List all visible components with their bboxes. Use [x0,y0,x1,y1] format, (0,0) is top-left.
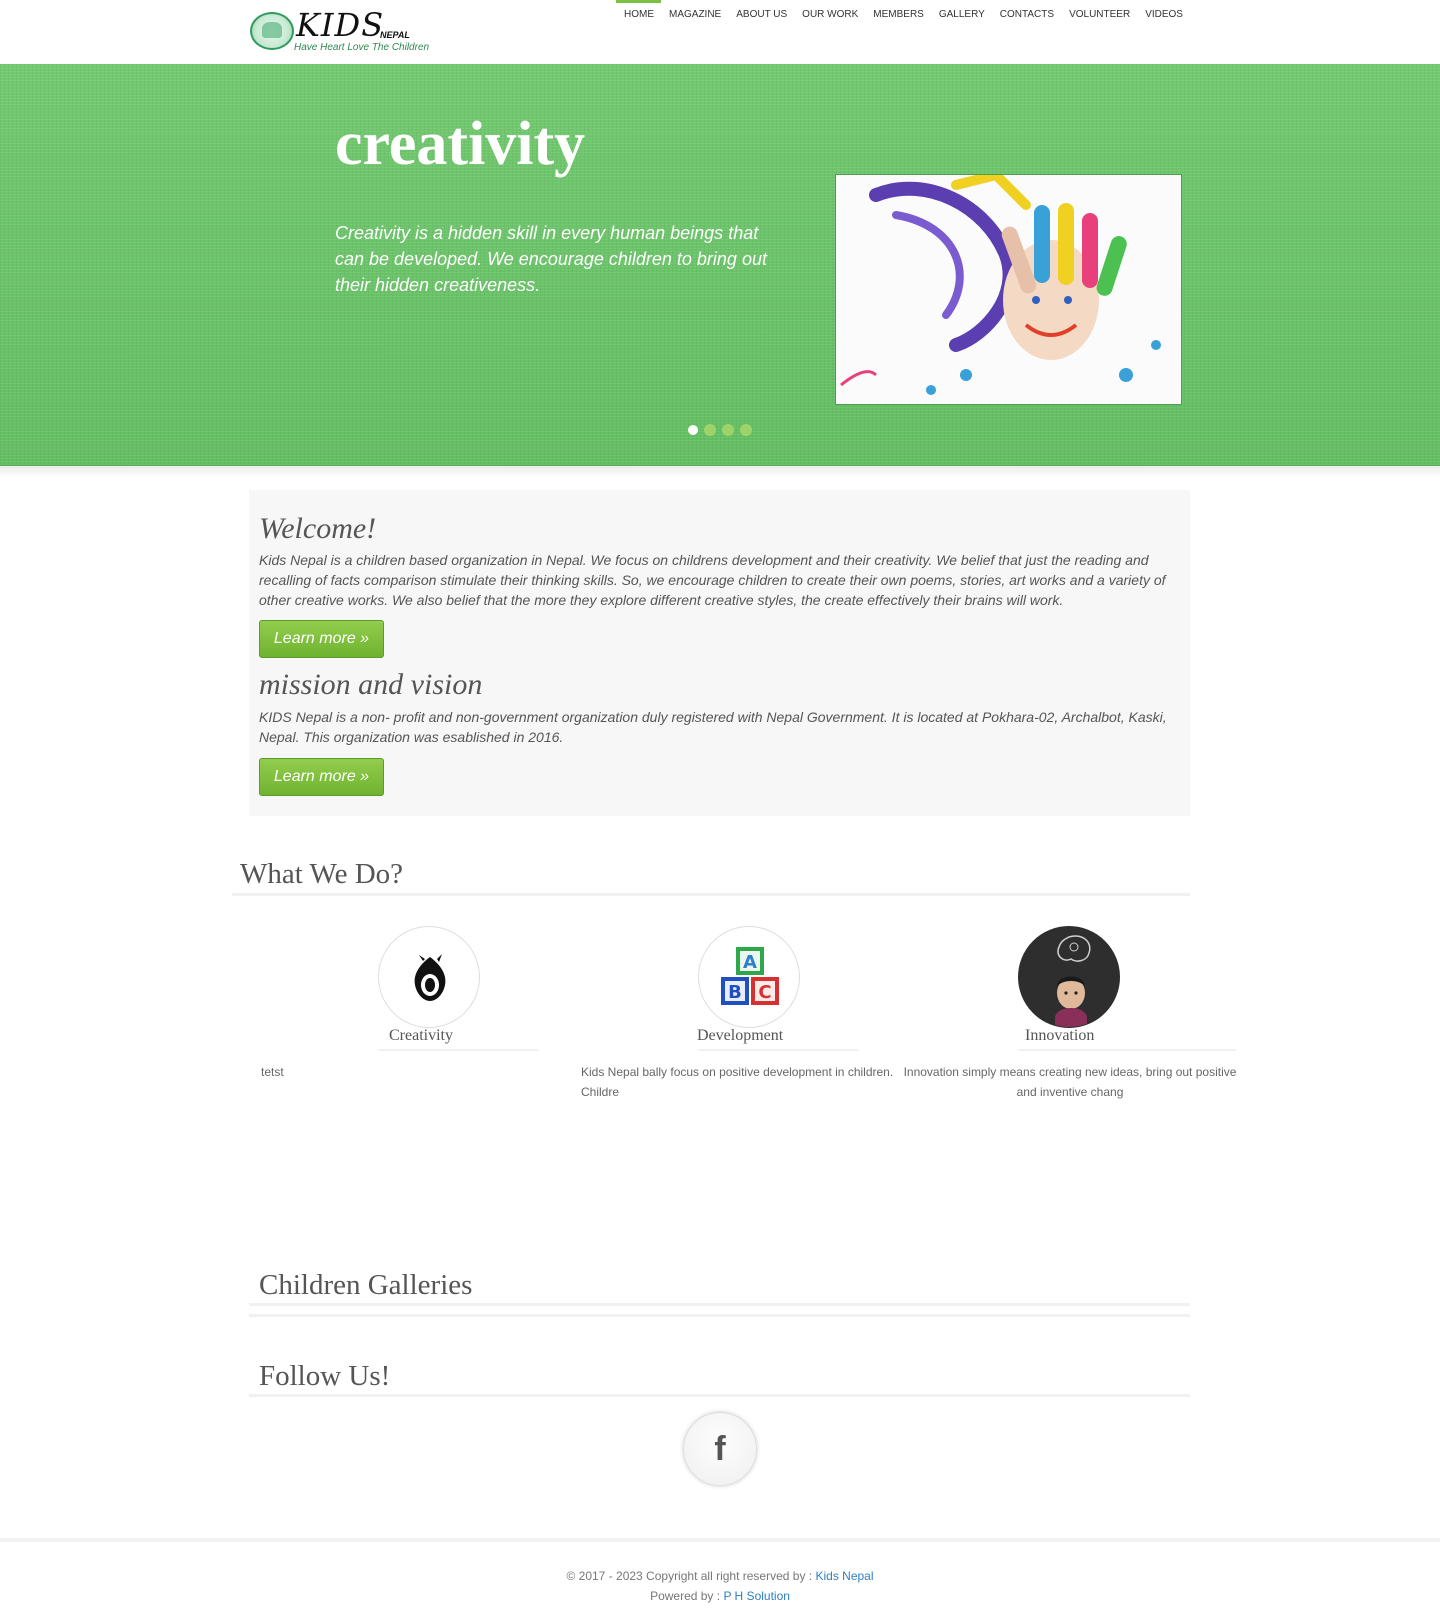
nav-item-home[interactable]: HOME [616,0,661,30]
welcome-text: Kids Nepal is a children based organizat… [259,552,1166,608]
mission-learn-more-button[interactable]: Learn more » [259,758,384,796]
copyright-line: © 2017 - 2023 Copyright all right reserv… [0,1569,1440,1583]
slider-dot-1[interactable] [688,425,698,435]
painted-hand-image [835,174,1182,405]
slider-dots [688,424,752,436]
mission-text: KIDS Nepal is a non- profit and non-gove… [259,709,1167,745]
powered-text: Powered by : [650,1589,724,1603]
hero-title: creativity [335,110,586,178]
abc-blocks-icon: A B C [721,947,779,1005]
nav-item-videos[interactable]: VIDEOS [1137,0,1190,30]
nav-item-magazine[interactable]: MAGAZINE [661,0,728,30]
slider-dot-2[interactable] [704,424,716,436]
logo-emblem-icon [250,12,294,50]
development-circle[interactable]: A B C [698,926,800,1028]
hero-slider: creativity Creativity is a hidden skill … [0,64,1440,466]
site-logo[interactable]: KIDS NEPAL Have Heart Love The Children [250,6,445,54]
thinking-child-icon [1019,927,1119,1027]
what-we-do-rule [232,893,1190,896]
nav-item-our-work[interactable]: OUR WORK [794,0,865,30]
svg-text:B: B [728,982,742,1003]
nav-item-volunteer[interactable]: VOLUNTEER [1061,0,1137,30]
what-we-do-title: What We Do? [240,858,404,890]
follow-title: Follow Us! [259,1360,391,1392]
logo-nepal-text: NEPAL [380,30,410,40]
innovation-title: Innovation [1025,1027,1095,1044]
innovation-rule [1018,1049,1236,1051]
creativity-circle[interactable] [378,926,480,1028]
development-text: Kids Nepal bally focus on positive devel… [581,1065,894,1099]
development-title: Development [697,1027,784,1044]
nav-item-members[interactable]: MEMBERS [865,0,931,30]
svg-text:A: A [743,952,757,973]
facebook-icon[interactable]: f [683,1412,757,1486]
main-nav: HOME MAGAZINE ABOUT US OUR WORK MEMBERS … [616,0,1190,30]
development-rule [698,1049,858,1051]
nav-item-gallery[interactable]: GALLERY [931,0,992,30]
site-header: KIDS NEPAL Have Heart Love The Children … [0,0,1440,64]
creativity-rule [378,1049,538,1051]
site-footer: © 2017 - 2023 Copyright all right reserv… [0,1538,1440,1621]
galleries-title: Children Galleries [259,1269,473,1301]
flame-icon [414,954,446,1001]
follow-rule [249,1394,1190,1397]
logo-wordmark: KIDS [296,6,385,44]
nav-item-about-us[interactable]: ABOUT US [728,0,794,30]
galleries-rule-top [249,1303,1190,1306]
logo-tagline: Have Heart Love The Children [294,42,430,53]
welcome-title: Welcome! [259,512,377,545]
copyright-text: © 2017 - 2023 Copyright all right reserv… [566,1569,816,1583]
galleries-rule-bottom [249,1314,1190,1317]
powered-line: Powered by : P H Solution [0,1589,1440,1603]
innovation-text: Innovation simply means creating new ide… [903,1065,1237,1099]
slider-dot-3[interactable] [722,424,734,436]
creativity-title: Creativity [389,1027,453,1044]
intro-box: Welcome! Kids Nepal is a children based … [249,490,1190,816]
innovation-circle[interactable] [1018,926,1120,1028]
welcome-learn-more-button[interactable]: Learn more » [259,620,384,658]
svg-text:C: C [758,982,771,1003]
creativity-text: tetst [261,1065,284,1079]
ph-solution-link[interactable]: P H Solution [723,1589,790,1603]
hero-shadow [0,466,1440,478]
hero-text: Creativity is a hidden skill in every hu… [335,223,767,295]
mission-title: mission and vision [259,668,483,701]
slider-dot-4[interactable] [740,424,752,436]
nav-item-contacts[interactable]: CONTACTS [992,0,1061,30]
kids-nepal-link[interactable]: Kids Nepal [815,1569,873,1583]
